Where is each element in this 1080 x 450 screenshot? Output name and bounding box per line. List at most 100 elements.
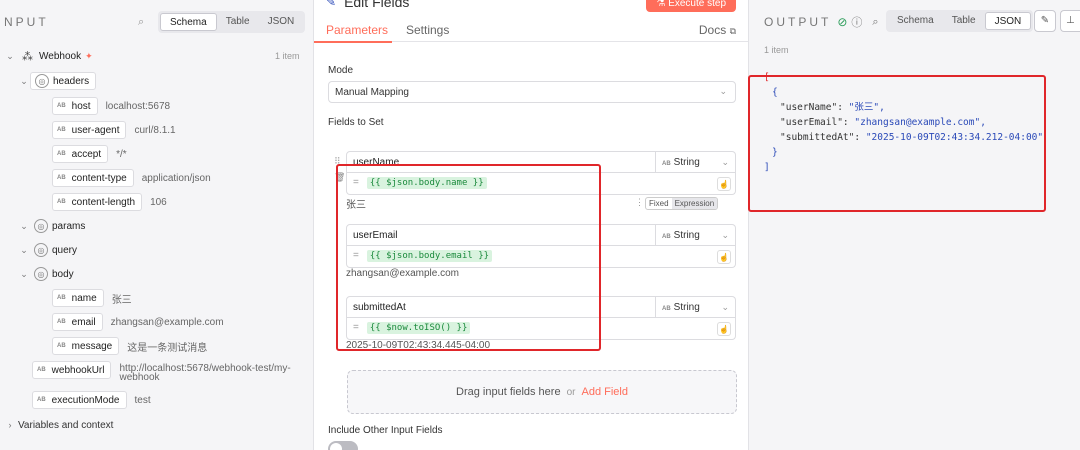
body-row-email[interactable]: AB email zhangsan@example.com <box>52 313 224 331</box>
headers-row[interactable]: ⌄ ◎ headers <box>18 72 97 90</box>
pin-data-button[interactable]: ⊥ <box>1060 10 1080 32</box>
field-value: 这是一条测试消息 <box>127 342 208 354</box>
webhook-node-row[interactable]: ⌄ ⁂ Webhook ✦ <box>4 47 93 65</box>
header-row-user-agent[interactable]: AB user-agent curl/8.1.1 <box>52 121 176 139</box>
fixed-expression-toggle[interactable]: Fixed Expression <box>645 197 719 210</box>
info-icon[interactable]: ⓘ <box>851 14 862 30</box>
highlight-box <box>748 75 1046 212</box>
headers-pill[interactable]: ◎ headers <box>30 72 97 90</box>
object-icon: ◎ <box>34 267 48 281</box>
execute-step-button[interactable]: ⚗ Execute step <box>646 0 736 12</box>
chevron-down-icon[interactable]: ⌄ <box>18 269 30 280</box>
chevron-down-icon: ⌄ <box>719 86 727 96</box>
string-type-icon: AB <box>662 234 671 240</box>
header-row-content-type[interactable]: AB content-type application/json <box>52 169 211 187</box>
edit-title-text: Edit Fields <box>344 0 410 10</box>
string-type-icon: AB <box>37 367 46 373</box>
output-view-json[interactable]: JSON <box>984 12 1032 30</box>
body-row[interactable]: ⌄ ◎ body <box>18 265 80 283</box>
field-key: content-length <box>71 196 136 208</box>
drag-pointer-icon: ☝ <box>717 250 731 264</box>
search-icon[interactable]: ⌕ <box>872 16 878 29</box>
trigger-badge-icon: ✦ <box>85 50 93 61</box>
input-view-schema[interactable]: Schema <box>160 13 217 31</box>
chevron-down-icon[interactable]: ⌄ <box>18 221 30 232</box>
string-type-icon: AB <box>57 343 66 349</box>
drop-zone[interactable]: Drag input fields here or Add Field <box>347 370 737 414</box>
fixed-option[interactable]: Fixed <box>646 198 672 209</box>
field-value: */* <box>116 148 127 160</box>
field-type-select[interactable]: AB String ⌄ <box>656 224 736 246</box>
webhook-node-name: Webhook <box>39 50 82 62</box>
chevron-down-icon: ⌄ <box>721 302 729 312</box>
flask-icon: ⚗ <box>656 0 669 9</box>
string-type-icon: AB <box>57 103 66 109</box>
input-view-json[interactable]: JSON <box>259 13 304 31</box>
output-view-table[interactable]: Table <box>943 12 985 30</box>
search-icon[interactable]: ⌕ <box>138 16 144 29</box>
webhook-url-row[interactable]: AB webhookUrl http://localhost:5678/webho… <box>32 361 291 387</box>
query-row[interactable]: ⌄ ◎ query <box>18 241 83 259</box>
pencil-icon: ✎ <box>1040 15 1050 26</box>
body-label: body <box>52 268 74 280</box>
active-tab-indicator <box>314 41 392 43</box>
query-label: query <box>52 244 78 256</box>
field-key: user-agent <box>71 124 120 136</box>
string-type-icon: AB <box>662 161 671 167</box>
field-key: email <box>71 316 96 328</box>
field-value: application/json <box>141 172 211 184</box>
execution-mode-row[interactable]: AB executionMode test <box>32 391 151 409</box>
mode-select[interactable]: Manual Mapping ⌄ <box>328 81 736 103</box>
field-value: 张三 <box>111 294 132 306</box>
edit-fields-panel: ✎ Edit Fields ⚗ Execute step Parameters … <box>313 0 749 450</box>
string-type-icon: AB <box>57 127 66 133</box>
chevron-right-icon[interactable]: › <box>4 420 16 430</box>
add-field-button[interactable]: Add Field <box>581 386 627 398</box>
highlight-box <box>336 164 601 351</box>
params-row[interactable]: ⌄ ◎ params <box>18 217 91 235</box>
object-icon: ◎ <box>34 219 48 233</box>
field-type-select[interactable]: AB String ⌄ <box>656 151 736 173</box>
field-type-select[interactable]: AB String ⌄ <box>656 296 736 318</box>
body-row-message[interactable]: AB message 这是一条测试消息 <box>52 337 207 355</box>
edit-output-button[interactable]: ✎ <box>1034 10 1056 32</box>
fields-to-set-label: Fields to Set <box>328 117 384 128</box>
output-view-schema[interactable]: Schema <box>888 12 943 30</box>
edit-title: ✎ Edit Fields <box>326 0 409 10</box>
chevron-down-icon[interactable]: ⌄ <box>18 76 30 87</box>
output-title-text: OUTPUT <box>764 15 832 29</box>
field-key: accept <box>71 148 102 160</box>
external-link-icon: ⧉ <box>729 26 736 36</box>
mode-value: Manual Mapping <box>335 87 409 98</box>
field-value: test <box>134 394 151 406</box>
body-row-name[interactable]: AB name 张三 <box>52 289 132 307</box>
more-options-icon[interactable]: ⋮ <box>635 197 644 208</box>
variables-context-row[interactable]: › Variables and context <box>4 416 114 434</box>
params-label: params <box>52 220 86 232</box>
drop-text: Drag input fields here <box>456 386 561 398</box>
chevron-down-icon: ⌄ <box>721 230 729 240</box>
header-row-host[interactable]: AB host localhost:5678 <box>52 97 170 115</box>
headers-label: headers <box>53 75 90 87</box>
variables-label: Variables and context <box>18 419 114 431</box>
chevron-down-icon[interactable]: ⌄ <box>4 51 16 62</box>
input-title: NPUT <box>4 15 49 29</box>
string-type-icon: AB <box>57 151 66 157</box>
input-view-table[interactable]: Table <box>217 13 259 31</box>
object-icon: ◎ <box>35 74 49 88</box>
field-key: message <box>71 340 113 352</box>
docs-link[interactable]: Docs ⧉ <box>699 23 736 37</box>
chevron-down-icon[interactable]: ⌄ <box>18 245 30 256</box>
string-type-icon: AB <box>662 306 671 312</box>
field-key: name <box>71 292 97 304</box>
header-row-content-length[interactable]: AB content-length 106 <box>52 193 167 211</box>
tab-parameters[interactable]: Parameters <box>326 23 388 37</box>
tab-settings[interactable]: Settings <box>406 23 449 37</box>
string-type-icon: AB <box>57 175 66 181</box>
expression-option[interactable]: Expression <box>671 198 718 209</box>
drag-pointer-icon: ☝ <box>717 177 731 191</box>
include-other-fields-toggle[interactable] <box>328 441 358 450</box>
chevron-down-icon: ⌄ <box>721 157 729 167</box>
field-key: executionMode <box>51 394 120 406</box>
header-row-accept[interactable]: AB accept */* <box>52 145 127 163</box>
